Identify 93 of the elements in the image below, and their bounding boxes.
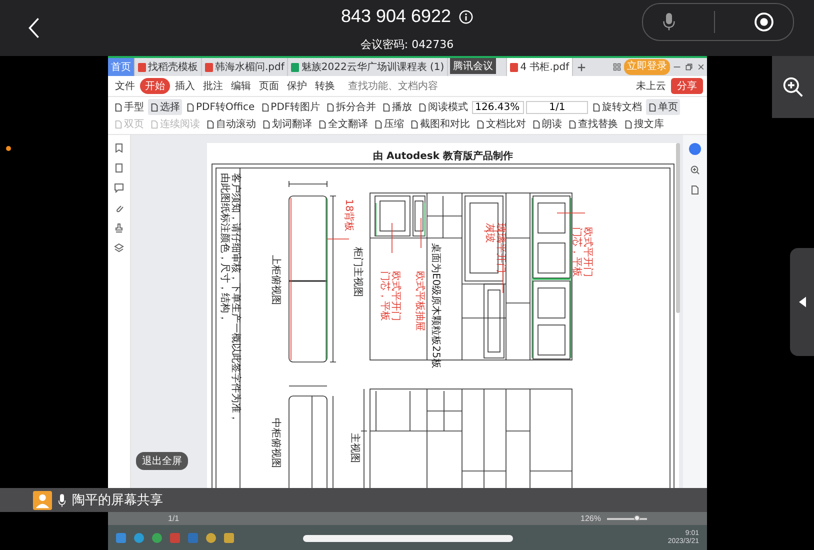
layers-icon[interactable] <box>114 243 124 253</box>
toolbar-button[interactable]: 查找替换 <box>566 116 620 132</box>
annotation-text: 18背板 <box>343 199 354 232</box>
toolbar-button[interactable]: 拆分合并 <box>324 99 378 115</box>
bookmark-icon[interactable] <box>114 143 124 153</box>
callout-text: 欧式平开门 门芯，平板 <box>571 227 593 277</box>
ribbon-tab[interactable]: 转换 <box>312 78 338 94</box>
view-label: 主视图 <box>349 433 360 463</box>
page-field[interactable]: 1/1 <box>526 100 588 114</box>
page-icon <box>186 102 195 112</box>
file-icon <box>510 62 518 72</box>
toolbar-button[interactable]: 全文翻译 <box>316 116 370 132</box>
grid-icon[interactable] <box>613 63 621 71</box>
search-field[interactable]: 查找功能、文档内容 <box>346 80 460 92</box>
file-icon <box>138 62 146 72</box>
file-icon <box>291 62 300 72</box>
page-icon <box>624 120 633 128</box>
toolbar-button[interactable]: 播放 <box>380 99 414 115</box>
toolbar-button[interactable]: 单页 <box>646 99 680 115</box>
banner-text: 陶平的屏幕共享 <box>72 492 163 509</box>
ribbon-tab[interactable]: 保护 <box>284 78 310 94</box>
zoom-indicator: 126% <box>580 514 601 523</box>
callout-text: 玻璃平开门 灰玻 <box>484 223 506 273</box>
document-tab[interactable]: 腾讯会议 <box>448 58 508 76</box>
toolbar-button[interactable]: 选择 <box>148 99 182 115</box>
document-tab[interactable]: 4 书柜.pdf <box>507 58 574 76</box>
search-icon <box>782 76 804 98</box>
avatar-icon <box>33 490 52 510</box>
file-menu[interactable]: 文件 <box>112 78 138 94</box>
toolbar-button[interactable]: PDF转Office <box>184 99 257 115</box>
document-icon[interactable] <box>690 185 700 195</box>
page-icon <box>568 120 577 128</box>
side-handle[interactable] <box>790 248 814 356</box>
toolbar-button[interactable]: 划词翻译 <box>260 116 314 132</box>
document-tab[interactable]: 魅族2022云华广场训课程表 (1) <box>288 58 448 76</box>
page-icon <box>592 102 602 112</box>
customer-note: 客户须知，请仔细审核，下单生产一概以此签字件为准， 由此图纸标注颜色，尺寸，结构， <box>219 173 241 423</box>
stamp-icon[interactable] <box>114 223 124 233</box>
cloud-button[interactable]: 未上云 <box>633 78 669 94</box>
callout-text: 欧式平开门 门芯，平板 <box>379 271 401 321</box>
thumbnail-icon[interactable] <box>114 163 124 173</box>
toolbar-button[interactable]: 搜文库 <box>622 116 666 132</box>
microphone-icon <box>58 492 66 508</box>
meeting-password: 会议密码: 042736 <box>360 37 454 52</box>
toolbar-button[interactable]: 文档比对 <box>474 116 528 132</box>
record-icon[interactable] <box>754 12 774 32</box>
annotation-text: 桌面为E0级原木颗粒板25板 <box>430 243 441 368</box>
zoom-field[interactable]: 126.43% <box>472 100 524 114</box>
ribbon-tab[interactable]: 页面 <box>256 78 282 94</box>
paperclip-icon[interactable] <box>114 203 124 213</box>
share-button[interactable]: 分享 <box>671 78 703 94</box>
page-icon <box>206 120 215 128</box>
document-tab[interactable]: 找稻壳模板 <box>135 58 202 76</box>
document-tab[interactable]: 韩海水楣问.pdf <box>202 58 288 76</box>
file-icon <box>205 62 213 72</box>
ribbon-tab[interactable]: 开始 <box>140 78 170 94</box>
assistant-icon[interactable] <box>689 143 701 155</box>
ribbon-tab[interactable]: 批注 <box>200 78 226 94</box>
meeting-number: 843 904 6922 <box>340 6 452 27</box>
page-icon <box>648 102 658 112</box>
restore-icon[interactable] <box>685 63 693 71</box>
zoom-button[interactable] <box>772 56 814 118</box>
page-icon <box>476 120 485 128</box>
back-icon[interactable] <box>28 16 40 40</box>
callout-text: 欧式平板抽屉 <box>414 271 425 331</box>
zoom-in-icon[interactable] <box>690 165 700 175</box>
toolbar-button[interactable]: 压缩 <box>372 116 406 132</box>
toolbar-button[interactable]: 朗读 <box>530 116 564 132</box>
view-label: 中柜俯视图 <box>270 418 281 468</box>
floating-label: 腾讯会议 <box>450 58 496 74</box>
exit-button[interactable]: 退出全屏 <box>136 452 188 470</box>
comment-icon[interactable] <box>114 183 124 193</box>
toolbar-button[interactable]: 手型 <box>112 99 146 115</box>
triangle-icon <box>798 296 806 308</box>
view-label: 柜门主视图 <box>352 247 363 297</box>
add-icon[interactable] <box>577 62 586 72</box>
scrollbar[interactable] <box>676 143 680 313</box>
toolbar-button[interactable]: 截图和对比 <box>408 116 472 132</box>
drawing-title: 由 Autodesk 教育版产品制作 <box>373 151 513 162</box>
close-icon[interactable] <box>697 63 705 71</box>
toolbar-button[interactable]: 阅读模式 <box>416 99 470 115</box>
view-label: 上柜俯视图 <box>270 255 281 305</box>
ribbon-tab[interactable]: 编辑 <box>228 78 254 94</box>
slider-thumb[interactable] <box>634 514 640 520</box>
indicator-dot <box>6 146 11 151</box>
toolbar-button[interactable]: PDF转图片 <box>258 99 322 115</box>
toolbar-button[interactable]: 旋转文档 <box>590 99 644 115</box>
page-icon <box>532 120 541 128</box>
info-icon[interactable] <box>459 10 474 24</box>
toolbar-button[interactable]: 自动滚动 <box>204 116 258 132</box>
microphone-icon[interactable] <box>662 11 674 33</box>
page-indicator: 1/1 <box>168 514 180 523</box>
ribbon-tab[interactable]: 插入 <box>172 78 198 94</box>
